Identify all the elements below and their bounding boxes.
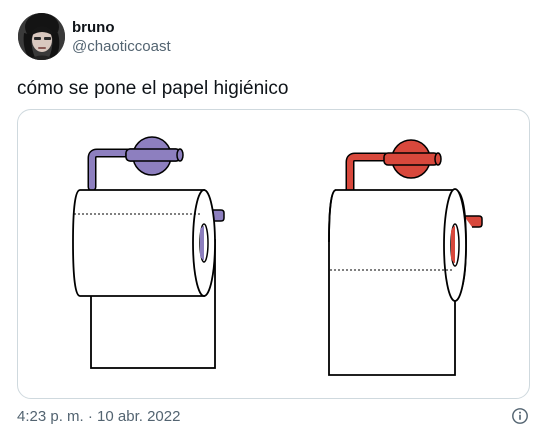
timestamp[interactable]: 4:23 p. m. · 10 abr. 2022	[17, 408, 180, 425]
tweet-header: bruno @chaoticcoast	[18, 13, 171, 60]
user-names: bruno @chaoticcoast	[72, 18, 171, 56]
toilet-paper-illustration	[72, 136, 483, 376]
right-toilet-paper-roll	[328, 188, 467, 376]
tweet-image[interactable]	[17, 109, 530, 399]
tweet-card: bruno @chaoticcoast cómo se pone el pape…	[0, 0, 543, 436]
tweet-footer: 4:23 p. m. · 10 abr. 2022	[17, 407, 529, 425]
left-toilet-paper-roll	[72, 189, 216, 369]
display-name[interactable]: bruno	[72, 18, 171, 37]
user-handle[interactable]: @chaoticcoast	[72, 37, 171, 56]
avatar[interactable]	[18, 13, 65, 60]
info-icon[interactable]	[511, 407, 529, 425]
avatar-photo	[18, 13, 65, 60]
tweet-text: cómo se pone el papel higiénico	[17, 78, 289, 99]
